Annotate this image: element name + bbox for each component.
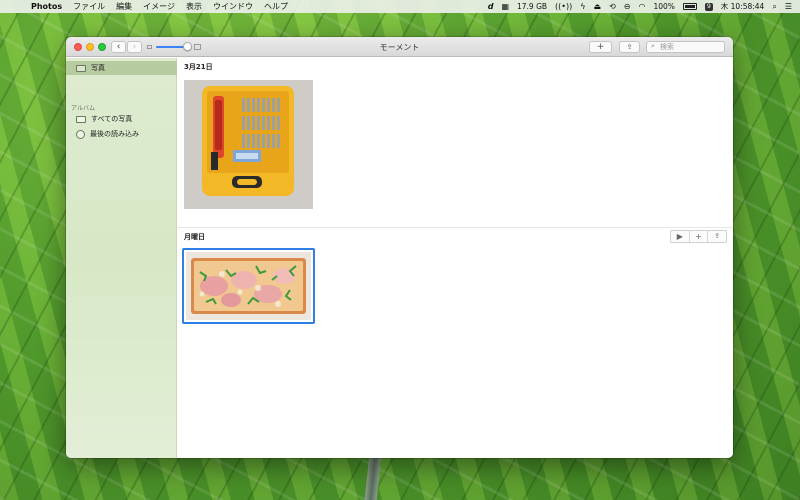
status-area: d ▦ 17.9 GB ((•)) ϟ ⏏ ⟲ ⊖ ◠ 100% 9 木 10:… [488, 0, 792, 13]
photo-thumbnail[interactable] [184, 80, 313, 209]
menu-help[interactable]: ヘルプ [264, 1, 288, 12]
menu-bar: Photos ファイル 編集 イメージ 表示 ウインドウ ヘルプ d ▦ 17.… [0, 0, 800, 13]
wifi-icon[interactable]: ◠ [639, 2, 646, 11]
add-to-album-button[interactable]: + [589, 41, 612, 53]
share-button[interactable]: ⇪ [619, 41, 640, 53]
search-icon: ⌕ [651, 42, 655, 50]
menu-clock[interactable]: 木 10:58:44 [721, 1, 765, 12]
spotlight-search-icon[interactable]: ⌕ [772, 2, 776, 12]
menu-edit[interactable]: 編集 [116, 1, 132, 12]
sidebar-section-albums: アルバム [71, 105, 95, 112]
grid-monitor-icon[interactable]: ▦ [501, 2, 509, 11]
calendar-date-badge[interactable]: 9 [704, 2, 713, 11]
storage-readout[interactable]: 17.9 GB [517, 2, 547, 11]
moment-actions: ▶ + ⇪ [670, 230, 727, 243]
sidebar-item-all-photos[interactable]: すべての写真 [76, 113, 132, 125]
moment-header[interactable]: 月曜日 [184, 232, 205, 242]
album-icon [76, 115, 86, 123]
photo-thumbnail[interactable] [186, 252, 311, 320]
section-divider [178, 227, 733, 228]
time-machine-icon[interactable]: ⟲ [609, 2, 616, 11]
moments-view: 3月21日 月曜日 ▶ + ⇪ [178, 58, 733, 458]
title-bar: ‹ › モーメント + ⇪ 検索 ⌕ [66, 37, 733, 57]
screwdriver-kit-photo [184, 80, 313, 209]
sidebar-item-label: 写真 [91, 64, 105, 72]
selected-photo-frame[interactable] [182, 248, 315, 324]
clock-icon [76, 129, 85, 139]
notification-center-icon[interactable]: ☰ [785, 2, 792, 11]
eject-icon[interactable]: ⏏ [594, 2, 602, 11]
moment-add-button[interactable]: + [690, 231, 709, 242]
menu-app-photos[interactable]: Photos [31, 2, 62, 11]
slideshow-play-button[interactable]: ▶ [671, 231, 690, 242]
sidebar-item-label: 最後の読み込み [90, 130, 139, 138]
moment-header[interactable]: 3月21日 [184, 62, 213, 72]
sidebar-item-last-import[interactable]: 最後の読み込み [76, 128, 139, 140]
battery-percent[interactable]: 100% [653, 2, 674, 11]
menu-file[interactable]: ファイル [73, 1, 105, 12]
pizza-photo [186, 252, 311, 320]
dictionary-d-icon[interactable]: d [488, 2, 494, 11]
sidebar: 写真 アルバム すべての写真 最後の読み込み [66, 58, 177, 458]
menu-image[interactable]: イメージ [143, 1, 175, 12]
photos-window: ‹ › モーメント + ⇪ 検索 ⌕ 写真 アルバム すべての写真 最後の読み込… [66, 37, 733, 458]
airplay-signal-icon[interactable]: ((•)) [555, 2, 572, 11]
photos-library-icon [76, 64, 86, 72]
sidebar-item-label: すべての写真 [91, 115, 133, 123]
moment-share-button[interactable]: ⇪ [708, 231, 726, 242]
bolt-icon[interactable]: ϟ [580, 2, 585, 11]
sidebar-item-photos[interactable]: 写真 [76, 62, 105, 74]
menu-window[interactable]: ウインドウ [213, 1, 253, 12]
menu-view[interactable]: 表示 [186, 1, 202, 12]
search-field[interactable]: 検索 [646, 41, 725, 53]
battery-icon[interactable] [682, 3, 697, 10]
vpn-icon[interactable]: ⊖ [624, 2, 631, 11]
